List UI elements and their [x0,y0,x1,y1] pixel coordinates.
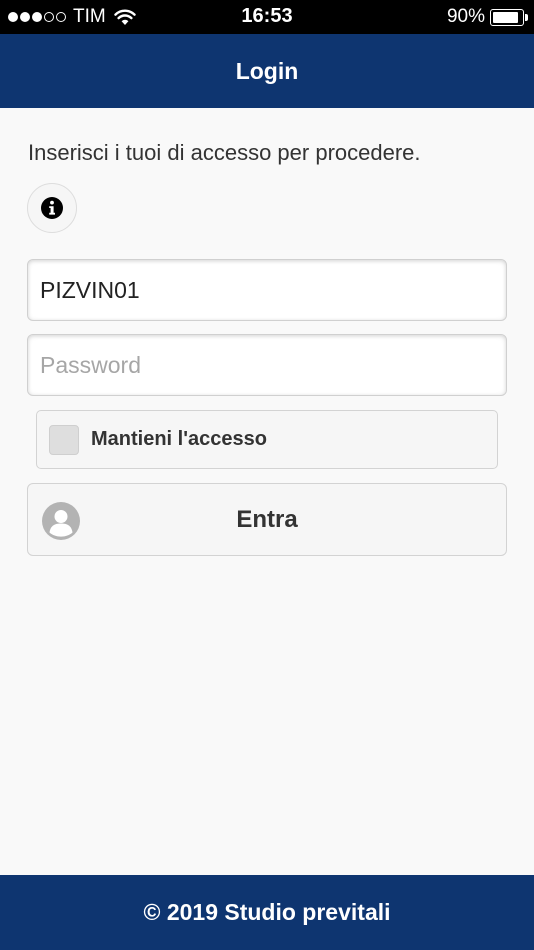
page-title: Login [235,57,299,84]
password-field[interactable] [27,334,507,396]
battery-percent: 90% [446,6,485,27]
user-icon [42,502,80,540]
remember-checkbox[interactable] [49,424,79,455]
username-field[interactable] [27,259,507,321]
info-button[interactable] [27,183,77,233]
copyright-text: © 2019 Studio previtali [143,899,391,925]
status-bar: TIM 16:53 90% [0,0,534,34]
info-icon [41,197,63,219]
battery-tip [525,13,528,21]
status-right: 90% [446,6,528,28]
battery-icon [490,8,528,26]
app-footer: © 2019 Studio previtali [0,875,534,950]
login-button[interactable]: Entra [27,483,507,556]
remember-label: Mantieni l'accesso [91,428,267,450]
password-input[interactable] [28,335,506,395]
remember-login-toggle[interactable]: Mantieni l'accesso [36,410,498,469]
login-instruction: Inserisci i tuoi di accesso per proceder… [28,140,421,165]
app-header: Login [0,34,534,108]
battery-level [493,11,519,23]
login-button-label: Entra [236,505,298,533]
username-input[interactable] [28,260,506,320]
